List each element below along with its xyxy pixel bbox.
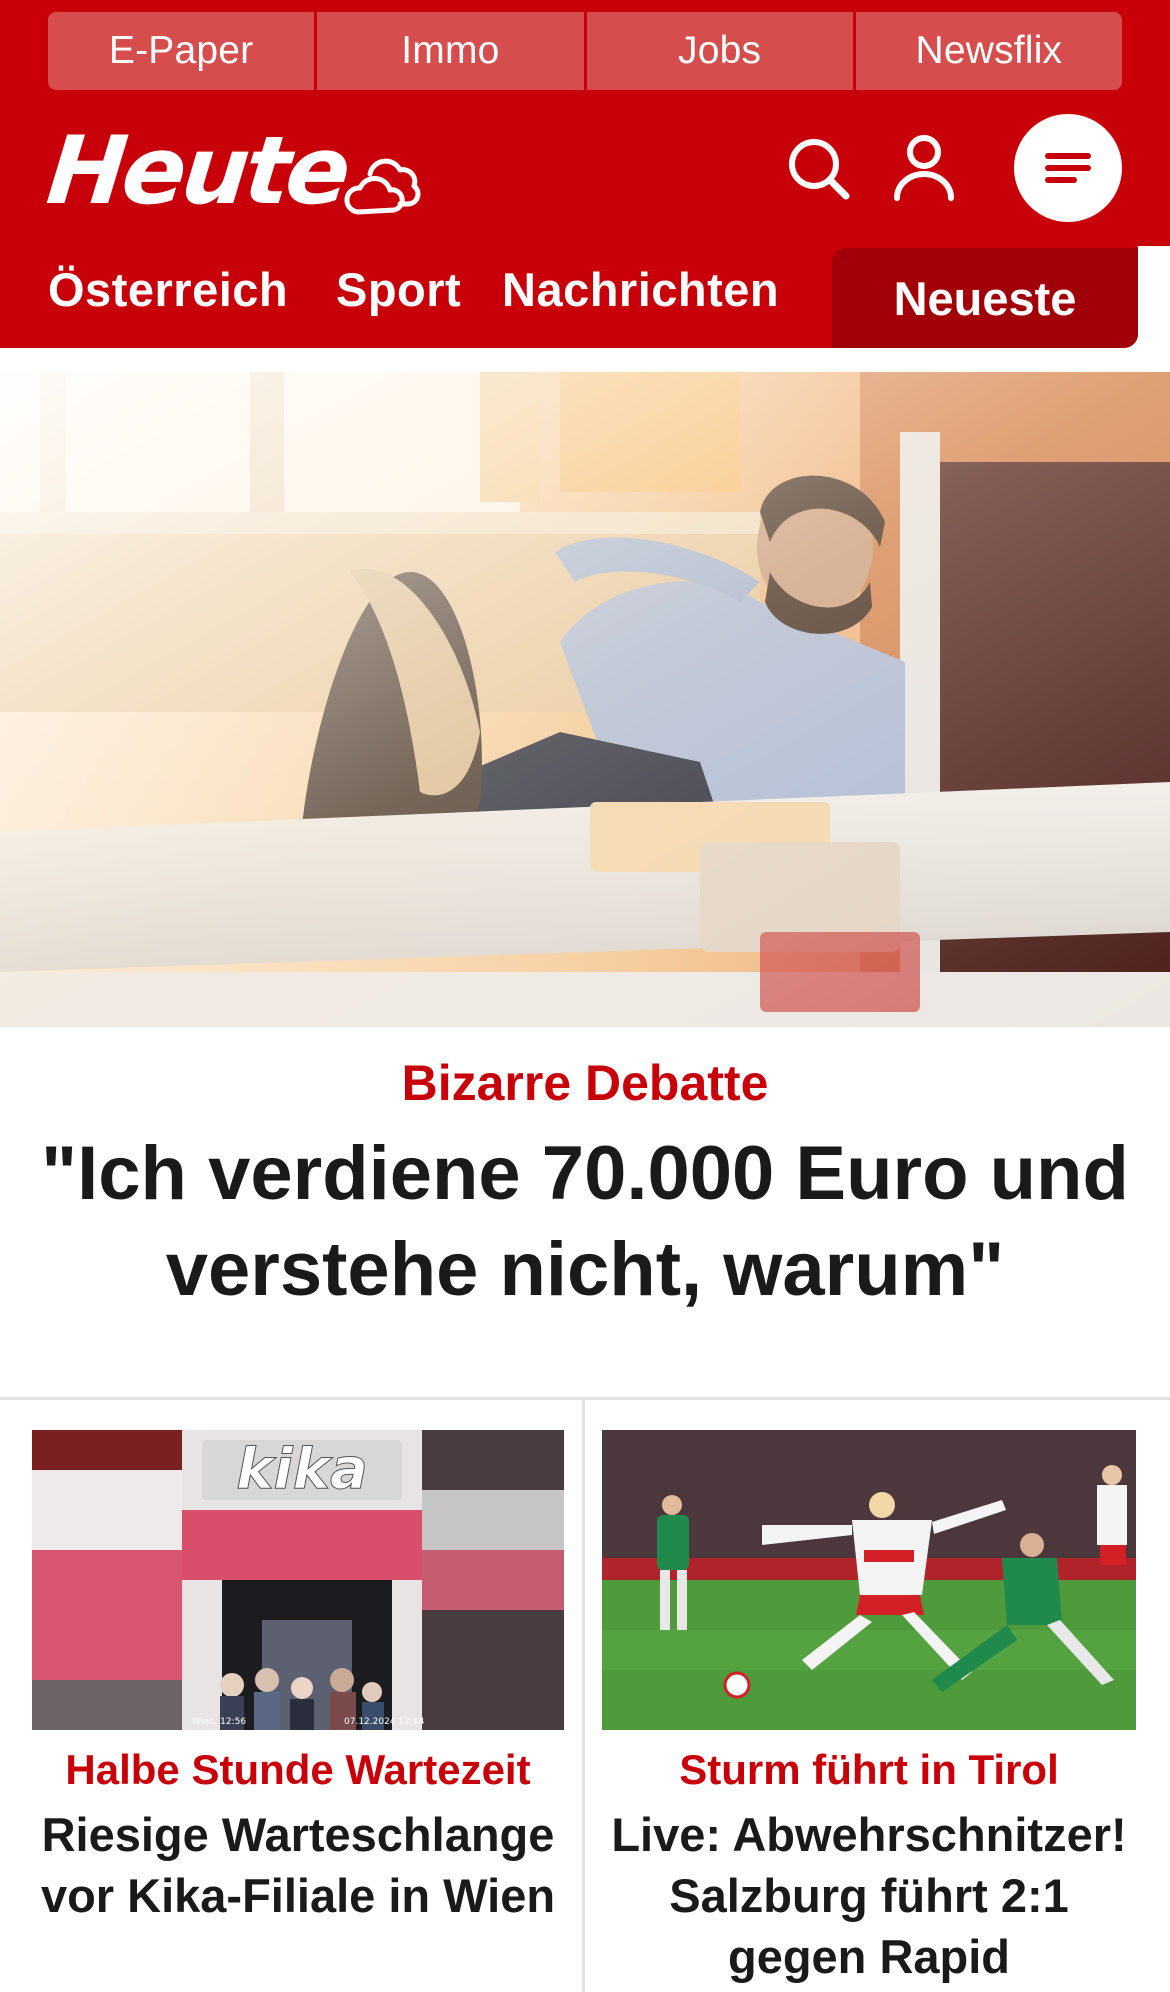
article-image-football[interactable]	[602, 1430, 1136, 1730]
hero-image[interactable]	[0, 372, 1170, 1027]
hero-headline[interactable]: "Ich verdiene 70.000 Euro und verstehe n…	[40, 1126, 1130, 1318]
column-divider	[582, 1400, 585, 1992]
kika-photo-caption-right: 07.12.2024 12:14	[344, 1717, 425, 1727]
site-header: E-Paper Immo Jobs Newsflix Heute Österre…	[0, 0, 1170, 348]
article-title-kika[interactable]: Riesige Warteschlange vor Kika-Filiale i…	[32, 1804, 564, 1926]
topbar-link-epaper[interactable]: E-Paper	[48, 12, 315, 90]
topbar-link-immo[interactable]: Immo	[314, 12, 584, 90]
article-title-football[interactable]: Live: Abwehrschnitzer! Salzburg führt 2:…	[602, 1804, 1136, 1987]
nav-item-neueste[interactable]: Neueste	[832, 248, 1138, 348]
user-icon[interactable]	[892, 134, 956, 202]
menu-icon	[1045, 153, 1091, 183]
article-kicker-kika[interactable]: Halbe Stunde Wartezeit	[32, 1744, 564, 1796]
kika-store-photo: kika Wien, 12:56 07.12.2024 12:14	[32, 1430, 564, 1730]
section-divider	[0, 1397, 1170, 1400]
topbar-link-newsflix[interactable]: Newsflix	[852, 12, 1122, 90]
logo-wordmark: Heute	[42, 117, 352, 226]
article-image-kika[interactable]: kika Wien, 12:56 07.12.2024 12:14	[32, 1430, 564, 1730]
service-bar: E-Paper Immo Jobs Newsflix	[48, 12, 1122, 90]
nav-item-sport[interactable]: Sport	[336, 262, 461, 317]
kika-sign-text: kika	[236, 1437, 367, 1502]
football-photo	[602, 1430, 1136, 1730]
hero-kicker[interactable]: Bizarre Debatte	[0, 1054, 1170, 1112]
search-icon[interactable]	[786, 136, 852, 202]
hero-photo	[0, 372, 1170, 1027]
menu-button[interactable]	[1014, 114, 1122, 222]
article-card-kika[interactable]: kika Wien, 12:56 07.12.2024 12:14 Halbe …	[32, 1430, 564, 1926]
cloud-icon[interactable]	[344, 148, 424, 218]
topbar-link-jobs[interactable]: Jobs	[583, 12, 853, 90]
kika-photo-caption-left: Wien, 12:56	[192, 1717, 246, 1727]
nav-item-nachrichten[interactable]: Nachrichten	[502, 262, 779, 317]
nav-item-oesterreich[interactable]: Österreich	[48, 262, 288, 317]
site-logo[interactable]: Heute	[42, 117, 351, 226]
article-kicker-football[interactable]: Sturm führt in Tirol	[602, 1744, 1136, 1796]
article-card-football[interactable]: Sturm führt in Tirol Live: Abwehrschnitz…	[602, 1430, 1136, 1987]
